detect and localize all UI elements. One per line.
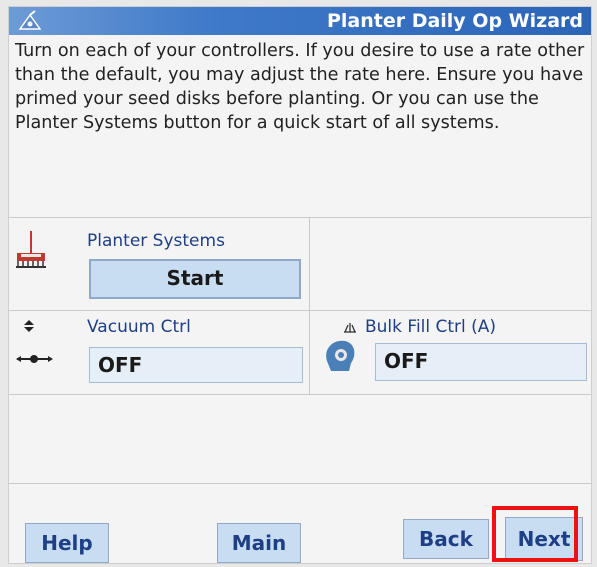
planter-systems-start-button[interactable]: Start xyxy=(89,259,301,299)
planter-icon xyxy=(15,229,47,269)
divider xyxy=(9,483,591,484)
title-bar: Planter Daily Op Wizard xyxy=(9,7,591,35)
bulk-fill-icon xyxy=(321,337,361,373)
divider xyxy=(9,310,591,311)
main-button[interactable]: Main xyxy=(217,523,301,563)
back-button[interactable]: Back xyxy=(403,519,489,559)
wizard-screen: Planter Daily Op Wizard Turn on each of … xyxy=(8,6,592,564)
next-button[interactable]: Next xyxy=(505,517,583,561)
bulk-fill-ctrl-field[interactable]: OFF xyxy=(375,343,587,381)
help-button[interactable]: Help xyxy=(25,523,109,563)
vacuum-icon xyxy=(15,319,55,367)
instructions-text: Turn on each of your controllers. If you… xyxy=(15,41,585,133)
vacuum-ctrl-field[interactable]: OFF xyxy=(89,347,303,383)
planter-systems-label: Planter Systems xyxy=(87,231,225,251)
divider xyxy=(309,217,310,394)
planter-app-icon xyxy=(17,9,43,33)
seed-icon xyxy=(343,320,357,334)
window-title: Planter Daily Op Wizard xyxy=(326,10,583,32)
bulk-fill-ctrl-label: Bulk Fill Ctrl (A) xyxy=(365,317,497,337)
divider xyxy=(9,217,591,218)
divider xyxy=(9,394,591,395)
vacuum-ctrl-label: Vacuum Ctrl xyxy=(87,317,191,337)
